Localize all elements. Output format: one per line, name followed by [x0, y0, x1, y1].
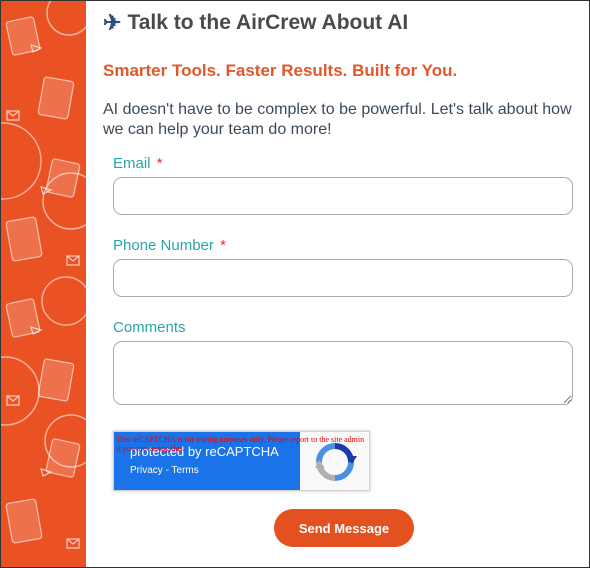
recaptcha-terms-link[interactable]: Terms	[172, 465, 199, 476]
recaptcha-logo-icon	[315, 443, 357, 481]
comments-label: Comments	[113, 319, 186, 336]
recaptcha-privacy-link[interactable]: Privacy	[130, 465, 163, 476]
recaptcha-widget[interactable]: protected by reCAPTCHA Privacy - Terms T…	[113, 431, 370, 491]
page-subtitle: Smarter Tools. Faster Results. Built for…	[103, 61, 458, 80]
email-field[interactable]	[113, 177, 573, 215]
page-title-text: Talk to the AirCrew About AI	[127, 11, 409, 34]
phone-label-text: Phone Number	[113, 237, 214, 254]
required-marker: *	[220, 237, 226, 254]
airplane-icon: ✈	[103, 10, 122, 35]
decorative-sidebar	[1, 1, 86, 567]
page-description: AI doesn't have to be complex to be powe…	[103, 101, 572, 138]
doodle-pattern-icon	[1, 1, 86, 549]
phone-field[interactable]	[113, 259, 573, 297]
phone-label: Phone Number *	[113, 237, 226, 254]
page-title: ✈ Talk to the AirCrew About AI	[103, 10, 408, 36]
comments-field[interactable]	[113, 341, 573, 405]
comments-label-text: Comments	[113, 319, 186, 336]
recaptcha-links: Privacy - Terms	[130, 465, 199, 476]
email-label-text: Email	[113, 155, 151, 172]
required-marker: *	[156, 155, 163, 172]
send-message-button[interactable]: Send Message	[274, 509, 414, 547]
form-frame: ✈ Talk to the AirCrew About AI Smarter T…	[0, 0, 590, 568]
email-label: Email *	[113, 155, 163, 172]
recaptcha-link-separator: -	[162, 465, 172, 476]
